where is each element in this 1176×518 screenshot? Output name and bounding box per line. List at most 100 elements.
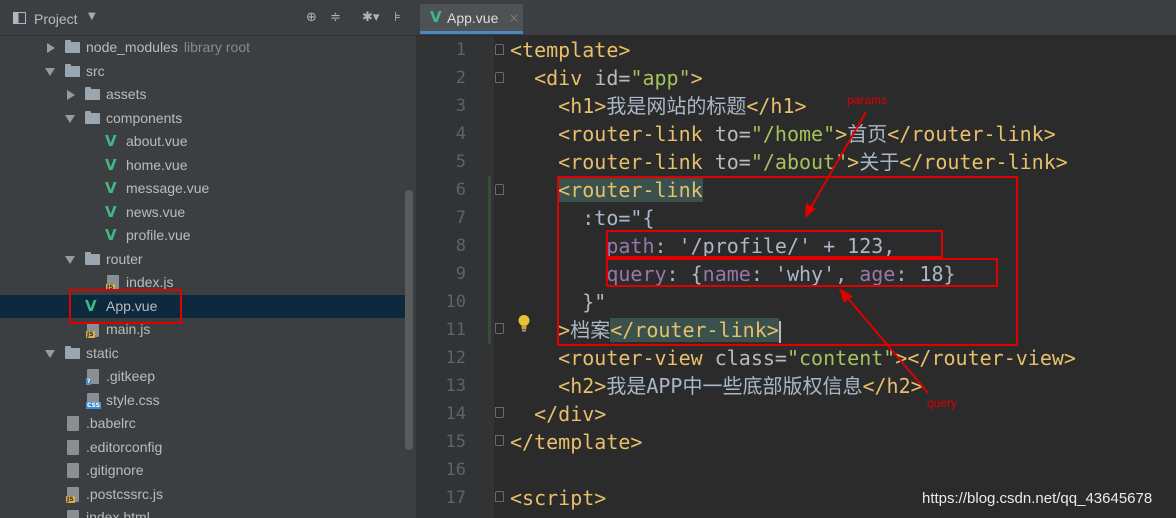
vue-file-icon: V [105, 179, 117, 197]
code-token: </router-link> [887, 122, 1056, 146]
line-number: 10 [445, 292, 466, 312]
code-token: "/home" [750, 122, 836, 146]
library-root-note: library root [183, 39, 250, 55]
code-token: </h1> [746, 94, 807, 118]
tree-item[interactable]: Vabout.vue [0, 130, 405, 153]
tree-item-label: components [106, 109, 182, 128]
code-token: <div [534, 66, 595, 90]
code-token: to= [714, 122, 751, 146]
tree-item-label: src [86, 62, 105, 81]
tree-item[interactable]: JS .postcssrc.js [0, 483, 405, 506]
file-name: index.js [126, 274, 174, 290]
tree-item-label: index.html [86, 508, 150, 518]
chevron-right-icon[interactable] [67, 90, 75, 100]
tab-app-vue[interactable]: V App.vue × [420, 4, 523, 34]
tree-item[interactable]: assets [0, 83, 405, 106]
tree-item[interactable]: JS main.js [0, 318, 405, 341]
project-view-selector[interactable]: Project [34, 10, 78, 28]
line-number: 4 [455, 124, 466, 144]
file-name: message.vue [126, 180, 210, 196]
tree-item-label: .postcssrc.js [86, 485, 163, 504]
code-token: > [847, 150, 860, 174]
code-token: <h1> [558, 94, 607, 118]
project-icon [13, 12, 26, 24]
file-name: assets [106, 86, 147, 102]
js-file-icon: JS [86, 322, 99, 338]
file-name: .editorconfig [86, 438, 163, 455]
collapse-icon[interactable]: ≑ [330, 10, 341, 26]
tree-item[interactable]: static [0, 342, 405, 365]
tree-item[interactable]: components [0, 107, 405, 130]
file-name: src [86, 62, 105, 79]
params-annotation: params [847, 93, 888, 107]
config-file-icon [67, 439, 79, 455]
folder-icon [65, 63, 80, 77]
tree-item[interactable]: V App.vue [0, 294, 405, 318]
line-number: 16 [445, 460, 466, 480]
chevron-down-icon[interactable] [65, 114, 75, 123]
code-token: class= [714, 346, 787, 370]
code-line: <script> [510, 484, 606, 512]
code-token: </div> [534, 402, 607, 426]
chevron-right-icon[interactable] [47, 43, 55, 53]
tree-item[interactable]: JS index.js [0, 271, 405, 294]
line-number: 2 [455, 68, 466, 88]
file-name: router [106, 250, 143, 267]
tree-item[interactable]: node_modules library root [0, 36, 405, 59]
file-name: news.vue [126, 203, 186, 220]
file-name: home.vue [126, 156, 188, 173]
folder-icon [85, 87, 100, 100]
tree-item-label: router [106, 250, 143, 269]
code-token: <router-link [558, 150, 715, 174]
file-name: components [106, 109, 183, 126]
config-file-icon [67, 463, 79, 478]
tree-item[interactable]: router [0, 248, 405, 271]
tree-item[interactable]: .editorconfig [0, 436, 405, 459]
tree-item[interactable]: Vprofile.vue [0, 224, 405, 247]
project-panel-header: Project ▼ ⊕ ≑ ✱▾ ⊧ [0, 0, 416, 36]
line-number: 7 [455, 208, 466, 228]
editor-tab-strip: V App.vue × [416, 0, 1176, 36]
tree-item[interactable]: src [0, 60, 405, 83]
line-number: 3 [455, 96, 466, 116]
tree-item[interactable]: Vhome.vue [0, 154, 405, 177]
tree-item[interactable]: Vnews.vue [0, 201, 405, 224]
watermark: https://blog.csdn.net/qq_43645678 [922, 490, 1153, 507]
tree-item[interactable]: Vmessage.vue [0, 177, 405, 200]
vue-file-icon: V [105, 226, 117, 244]
crosshair-icon[interactable]: ⊕ [306, 10, 317, 26]
code-line: <div id="app"> [510, 64, 703, 92]
chevron-down-icon[interactable] [65, 255, 75, 264]
tree-item[interactable]: index.html [0, 506, 405, 518]
tree-item[interactable]: .gitignore [0, 459, 405, 482]
tree-item[interactable]: ? .gitkeep [0, 365, 405, 388]
hide-icon[interactable]: ⊧ [394, 10, 401, 26]
query-annotation: query [927, 396, 958, 410]
gear-icon[interactable]: ✱▾ [362, 10, 379, 26]
close-icon[interactable]: × [509, 9, 519, 27]
line-number: 11 [445, 320, 466, 340]
line-number: 13 [445, 376, 466, 396]
tree-item[interactable]: .babelrc [0, 412, 405, 435]
chevron-down-icon[interactable] [45, 349, 55, 358]
code-line: </template> [510, 428, 642, 456]
sidebar-scrollbar[interactable] [405, 190, 413, 450]
file-name: static [86, 344, 119, 361]
tree-item[interactable]: CSS style.css [0, 389, 405, 412]
chevron-down-icon[interactable]: ▼ [88, 11, 96, 22]
code-token: </template> [510, 430, 643, 454]
code-token: <script> [510, 486, 607, 510]
js-file-icon: JS [66, 486, 79, 503]
code-line: <h1>我是网站的标题</h1> [510, 92, 807, 120]
line-number: 1 [455, 40, 466, 60]
code-line: <router-link to="/about">关于</router-link… [510, 148, 1068, 176]
file-name: .postcssrc.js [86, 485, 164, 502]
chevron-down-icon[interactable] [45, 67, 55, 76]
folder-icon [85, 251, 100, 265]
code-token: <template> [510, 38, 631, 62]
code-token: ></router-view> [895, 346, 1076, 370]
app-vue-highlight-box [69, 289, 182, 324]
